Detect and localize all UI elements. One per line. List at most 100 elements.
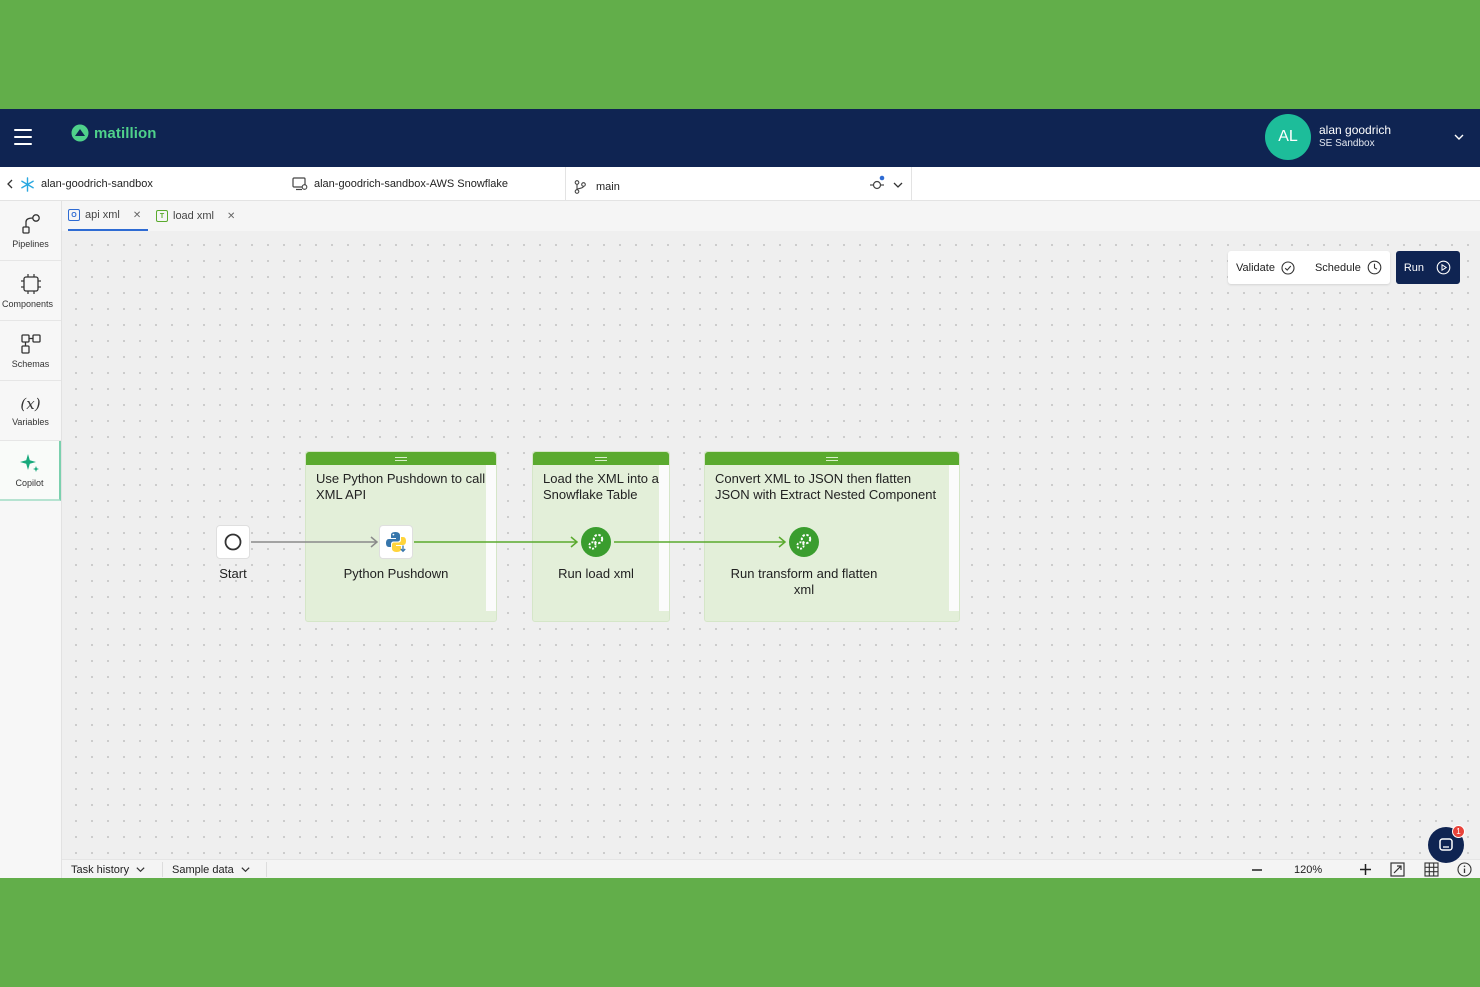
python-icon — [386, 532, 406, 553]
environment-icon — [292, 177, 308, 191]
transformation-icon: T — [156, 210, 168, 222]
sidebar-item-variables[interactable]: (x) Variables — [0, 381, 61, 441]
info-icon[interactable] — [1457, 862, 1472, 877]
chevron-down-icon — [241, 867, 250, 873]
note-drag-handle[interactable] — [705, 452, 959, 465]
menu-icon[interactable] — [14, 129, 32, 145]
canvas-toolbar: Validate Schedule Run — [1228, 251, 1460, 284]
sparkle-icon — [19, 454, 39, 472]
branch-name: main — [596, 181, 620, 193]
snowflake-icon — [21, 176, 34, 192]
check-circle-icon — [1281, 260, 1295, 275]
chat-support-button[interactable]: 1 — [1428, 825, 1465, 863]
orchestration-icon: O — [68, 209, 80, 221]
run-transform-node[interactable] — [787, 525, 821, 559]
node-label: Run load xml — [558, 566, 634, 581]
grid-icon[interactable] — [1424, 862, 1439, 877]
bottom-bar: Task history Sample data 120% — [62, 859, 1480, 878]
schedule-button[interactable]: Schedule — [1303, 251, 1390, 284]
avatar: AL — [1265, 114, 1311, 160]
close-icon[interactable]: ✕ — [133, 210, 141, 221]
validate-button[interactable]: Validate — [1228, 251, 1303, 284]
chevron-down-icon[interactable] — [892, 179, 904, 191]
variables-icon: (x) — [20, 394, 41, 413]
chat-icon — [1439, 838, 1453, 851]
zoom-out-icon[interactable] — [1251, 864, 1263, 876]
notification-badge: 1 — [1452, 825, 1465, 838]
tab-label: api xml — [85, 209, 120, 221]
app-window: matillion AL alan goodrich SE Sandbox al… — [0, 109, 1480, 878]
divider — [565, 167, 566, 201]
git-commit-icon[interactable] — [869, 175, 887, 193]
user-environment: SE Sandbox — [1319, 138, 1375, 149]
task-history-toggle[interactable]: Task history — [71, 860, 146, 878]
tab-label: load xml — [173, 210, 214, 222]
sidebar-item-components[interactable]: Components — [0, 261, 61, 321]
start-circle-icon — [224, 533, 242, 551]
note-text: Use Python Pushdown to call XML API — [316, 471, 486, 502]
start-node[interactable] — [216, 525, 250, 559]
git-branch-icon — [574, 180, 586, 194]
fit-to-screen-icon[interactable] — [1390, 862, 1405, 877]
user-menu[interactable]: AL alan goodrich SE Sandbox — [1265, 114, 1391, 160]
top-bar: matillion AL alan goodrich SE Sandbox — [0, 109, 1480, 167]
chevron-down-icon — [136, 867, 145, 873]
task-history-label: Task history — [71, 863, 130, 876]
context-bar: alan-goodrich-sandbox alan-goodrich-sand… — [0, 167, 1480, 201]
sidebar-label: Variables — [12, 416, 49, 427]
run-transformation-icon — [789, 527, 819, 557]
sample-data-toggle[interactable]: Sample data — [172, 860, 251, 878]
logo-text: matillion — [94, 124, 157, 142]
left-sidebar: Pipelines Components Schemas (x) Variabl… — [0, 201, 62, 878]
schedule-label: Schedule — [1314, 261, 1361, 274]
environment-selector[interactable]: alan-goodrich-sandbox-AWS Snowflake — [292, 167, 508, 201]
run-transformation-icon — [581, 527, 611, 557]
run-button[interactable]: Run — [1395, 251, 1460, 284]
clock-icon — [1367, 260, 1382, 275]
components-icon — [20, 273, 41, 294]
note-scrollbar[interactable] — [949, 465, 959, 611]
play-circle-icon — [1436, 260, 1451, 275]
note-drag-handle[interactable] — [533, 452, 669, 465]
pipeline-tabs: O api xml ✕ T load xml ✕ — [62, 201, 1480, 231]
note-text: Convert XML to JSON then flatten JSON wi… — [715, 471, 937, 502]
divider — [162, 862, 163, 877]
divider — [911, 167, 912, 201]
zoom-level: 120% — [1294, 863, 1323, 876]
sample-data-label: Sample data — [172, 863, 234, 876]
environment-name: alan-goodrich-sandbox-AWS Snowflake — [314, 178, 509, 190]
sidebar-label: Copilot — [15, 478, 44, 488]
sidebar-item-pipelines[interactable]: Pipelines — [0, 201, 61, 261]
branch-selector[interactable]: main — [574, 170, 620, 204]
chevron-down-icon[interactable] — [1453, 131, 1465, 143]
zoom-in-icon[interactable] — [1359, 863, 1372, 876]
close-icon[interactable]: ✕ — [227, 211, 235, 222]
node-label: Start — [219, 566, 247, 581]
run-load-xml-node[interactable] — [579, 525, 613, 559]
sidebar-label: Components — [1, 298, 54, 309]
tab-load-xml[interactable]: T load xml ✕ — [156, 201, 242, 231]
divider — [266, 862, 267, 877]
matillion-logo-icon — [71, 124, 89, 142]
project-name: alan-goodrich-sandbox — [41, 178, 153, 190]
sidebar-item-copilot[interactable]: Copilot — [0, 441, 61, 501]
sidebar-label: Pipelines — [12, 238, 49, 249]
python-pushdown-node[interactable] — [379, 525, 413, 559]
sidebar-item-schemas[interactable]: Schemas — [0, 321, 61, 381]
schemas-icon — [20, 333, 41, 354]
note-scrollbar[interactable] — [486, 465, 496, 611]
chevron-left-icon[interactable] — [6, 179, 14, 189]
toolbar-group: Validate Schedule — [1228, 251, 1390, 284]
matillion-logo[interactable]: matillion — [71, 124, 157, 142]
node-label: Python Pushdown — [343, 566, 449, 581]
pipelines-icon — [21, 213, 40, 234]
note-drag-handle[interactable] — [306, 452, 496, 465]
run-label: Run — [1403, 261, 1424, 274]
project-selector[interactable]: alan-goodrich-sandbox — [6, 167, 153, 201]
note-scrollbar[interactable] — [659, 465, 669, 611]
node-label: Run transform and flatten xml — [730, 566, 878, 597]
validate-label: Validate — [1236, 261, 1275, 274]
tab-api-xml[interactable]: O api xml ✕ — [68, 201, 148, 231]
sidebar-label: Schemas — [11, 358, 50, 369]
user-name: alan goodrich — [1319, 123, 1392, 137]
